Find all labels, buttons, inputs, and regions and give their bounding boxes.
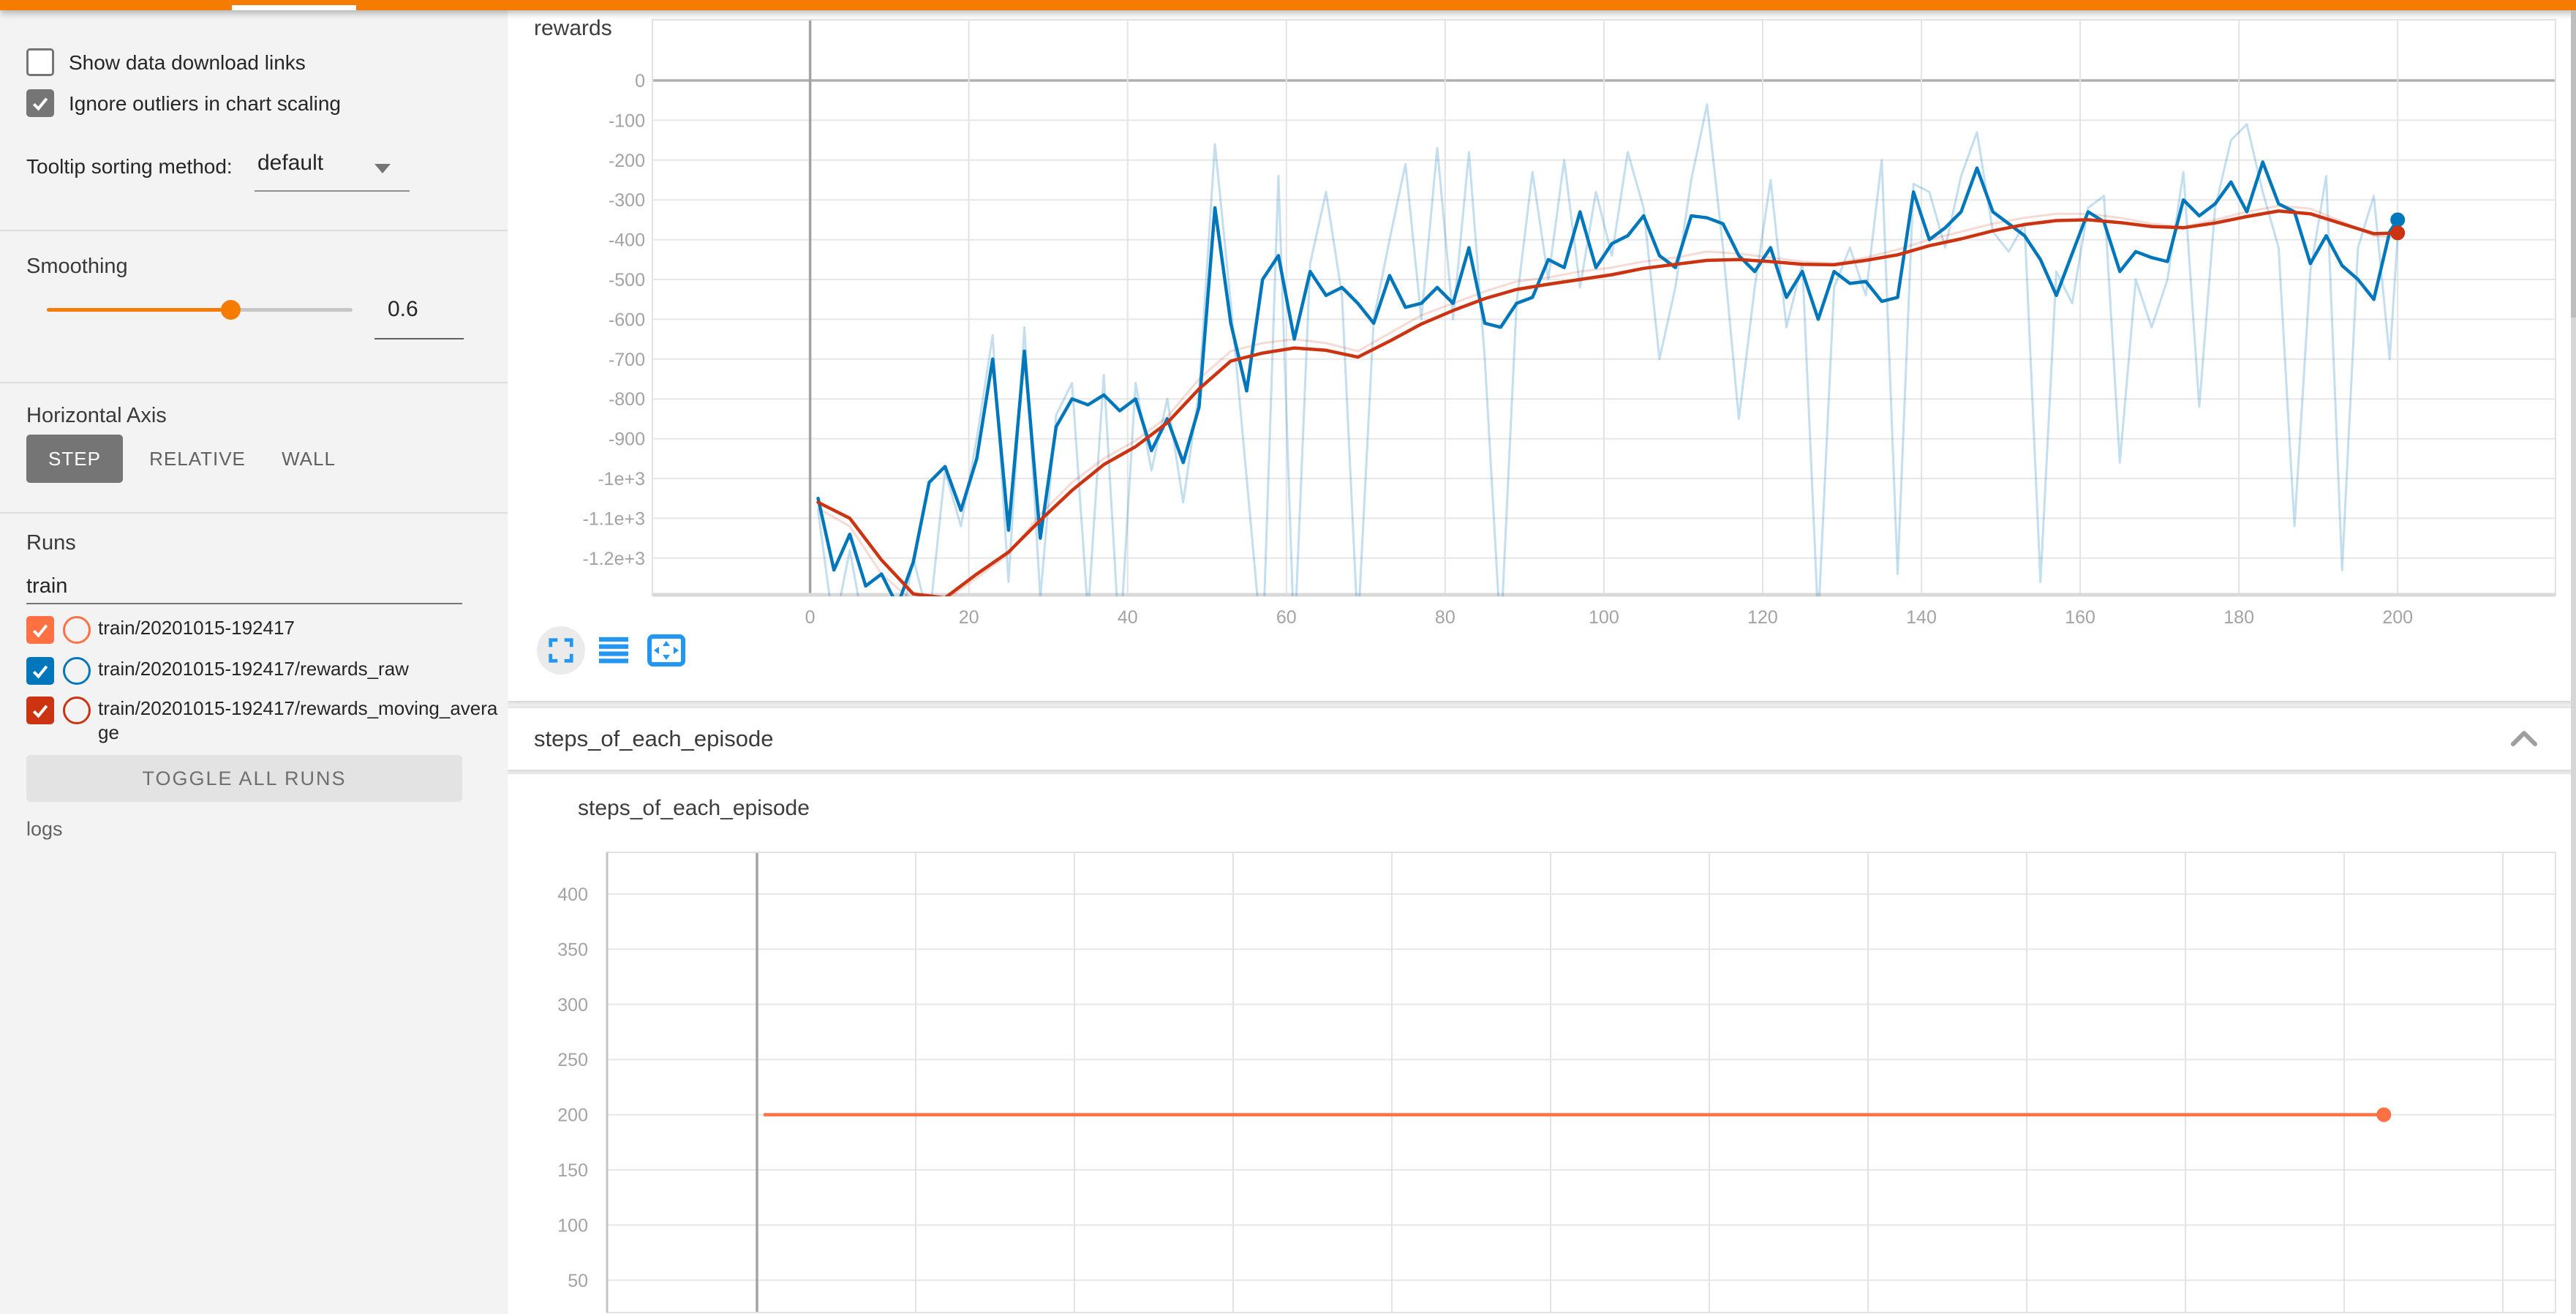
svg-text:140: 140 <box>1906 607 1937 628</box>
run-checkbox-icon[interactable] <box>26 616 54 644</box>
run-label: train/20201015-192417 <box>98 616 295 640</box>
checkbox-unchecked-icon <box>26 48 54 76</box>
svg-text:20: 20 <box>959 607 979 628</box>
expand-chart-icon[interactable] <box>537 626 585 675</box>
chart-toolbar <box>537 625 695 676</box>
rewards-gridlines <box>652 20 2556 595</box>
svg-text:-400: -400 <box>609 230 645 251</box>
section-header-steps-of-each-episode[interactable]: steps_of_each_episode <box>508 708 2572 770</box>
svg-text:100: 100 <box>557 1215 588 1236</box>
smoothing-slider-knob[interactable] <box>221 300 241 320</box>
axis-relative-button[interactable]: RELATIVE <box>146 435 249 483</box>
svg-text:180: 180 <box>2223 607 2254 628</box>
smoothing-value[interactable]: 0.6 <box>388 297 418 322</box>
series-line <box>818 162 2398 607</box>
ignore-outliers-label[interactable]: Ignore outliers in chart scaling <box>69 92 341 116</box>
series-end-dot <box>2390 225 2405 240</box>
tooltip-sorting-label: Tooltip sorting method: <box>26 155 233 179</box>
divider <box>0 512 508 514</box>
svg-text:120: 120 <box>1747 607 1778 628</box>
series-end-dot <box>2390 212 2405 227</box>
svg-text:-600: -600 <box>609 309 645 330</box>
run-checkbox-icon[interactable] <box>26 697 54 724</box>
svg-text:40: 40 <box>1118 607 1138 628</box>
smoothing-slider-fill <box>47 308 230 312</box>
svg-text:-200: -200 <box>609 151 645 171</box>
smoothing-value-underline <box>374 338 464 339</box>
run-label: train/20201015-192417/rewards_moving_ave… <box>98 697 508 745</box>
steps-gridlines <box>607 852 2556 1313</box>
chevron-up-icon[interactable] <box>2507 724 2541 754</box>
scrollbar-thumb[interactable] <box>2571 10 2576 318</box>
series-line <box>818 206 2398 601</box>
select-underline <box>255 190 410 192</box>
steps-chart-card: steps_of_each_episode 400 350 300 250 200 150… <box>508 774 2572 1314</box>
log-scale-icon[interactable] <box>590 626 638 675</box>
rewards-chart-title: rewards <box>534 16 612 41</box>
horizontal-axis-label: Horizontal Axis <box>26 404 167 428</box>
svg-text:300: 300 <box>557 995 588 1015</box>
app-toolbar <box>0 0 2576 10</box>
section-title: steps_of_each_episode <box>534 726 773 752</box>
svg-text:80: 80 <box>1435 607 1455 628</box>
svg-text:350: 350 <box>557 939 588 960</box>
rewards-series <box>818 105 2398 654</box>
svg-text:100: 100 <box>1589 607 1619 628</box>
svg-text:-900: -900 <box>609 429 645 450</box>
run-row[interactable]: train/20201015-192417/rewards_moving_ave… <box>26 697 508 745</box>
svg-text:60: 60 <box>1276 607 1297 628</box>
svg-text:0: 0 <box>805 607 816 628</box>
active-tab-indicator <box>232 5 356 10</box>
svg-text:50: 50 <box>568 1271 588 1291</box>
toggle-all-runs-button[interactable]: TOGGLE ALL RUNS <box>26 755 462 802</box>
divider <box>0 230 508 231</box>
svg-text:-100: -100 <box>609 110 645 131</box>
svg-text:200: 200 <box>2382 607 2413 628</box>
steps-line-chart[interactable]: 400 350 300 250 200 150 100 50 <box>508 774 2572 1314</box>
svg-text:0: 0 <box>635 71 645 91</box>
rewards-line-chart[interactable]: 0 -100 -200 -300 -400 -500 -600 -700 -800 -900 -1e… <box>508 10 2572 701</box>
runs-title: Runs <box>26 531 76 555</box>
axis-wall-button[interactable]: WALL <box>272 435 345 483</box>
series-end-dot <box>2376 1108 2391 1122</box>
axis-step-button[interactable]: STEP <box>26 435 123 483</box>
run-radio-icon[interactable] <box>63 616 91 644</box>
svg-text:-300: -300 <box>609 190 645 211</box>
run-label: train/20201015-192417/rewards_raw <box>98 657 409 681</box>
svg-text:-800: -800 <box>609 389 645 410</box>
svg-text:-700: -700 <box>609 350 645 370</box>
logs-path-label: logs <box>26 818 63 841</box>
show-download-links-label[interactable]: Show data download links <box>69 51 306 75</box>
rewards-chart-card: rewards 0 -100 -200 -300 -400 -500 -600 -700 -80… <box>508 10 2572 701</box>
rewards-axis-labels: 0 -100 -200 -300 -400 -500 -600 -700 -800 -900 -1e… <box>583 71 2414 628</box>
svg-text:150: 150 <box>557 1160 588 1181</box>
runs-filter-input[interactable] <box>26 569 462 604</box>
chevron-down-icon[interactable] <box>374 164 391 173</box>
smoothing-label: Smoothing <box>26 255 128 279</box>
ignore-outliers-checkbox[interactable] <box>26 89 54 117</box>
checkbox-checked-icon <box>26 89 54 117</box>
svg-text:-1.1e+3: -1.1e+3 <box>583 508 646 529</box>
divider <box>0 382 508 383</box>
steps-axis-labels: 400 350 300 250 200 150 100 50 <box>557 885 588 1291</box>
tooltip-sorting-select[interactable]: default <box>257 151 323 176</box>
run-checkbox-icon[interactable] <box>26 657 54 685</box>
series-line <box>818 105 2398 654</box>
steps-chart-title: steps_of_each_episode <box>578 796 810 821</box>
svg-text:200: 200 <box>557 1105 588 1126</box>
settings-sidebar: Show data download links Ignore outliers… <box>0 10 508 1314</box>
svg-text:-1e+3: -1e+3 <box>598 469 645 489</box>
svg-text:-500: -500 <box>609 270 645 290</box>
svg-text:160: 160 <box>2065 607 2095 628</box>
fit-domain-to-data-icon[interactable] <box>642 626 690 675</box>
svg-text:400: 400 <box>557 885 588 905</box>
run-radio-icon[interactable] <box>63 657 91 685</box>
run-row[interactable]: train/20201015-192417/rewards_raw <box>26 657 409 685</box>
show-download-links-checkbox[interactable] <box>26 48 54 76</box>
svg-text:250: 250 <box>557 1050 588 1070</box>
run-row[interactable]: train/20201015-192417 <box>26 616 295 644</box>
svg-text:-1.2e+3: -1.2e+3 <box>583 549 646 569</box>
run-radio-icon[interactable] <box>63 697 91 724</box>
